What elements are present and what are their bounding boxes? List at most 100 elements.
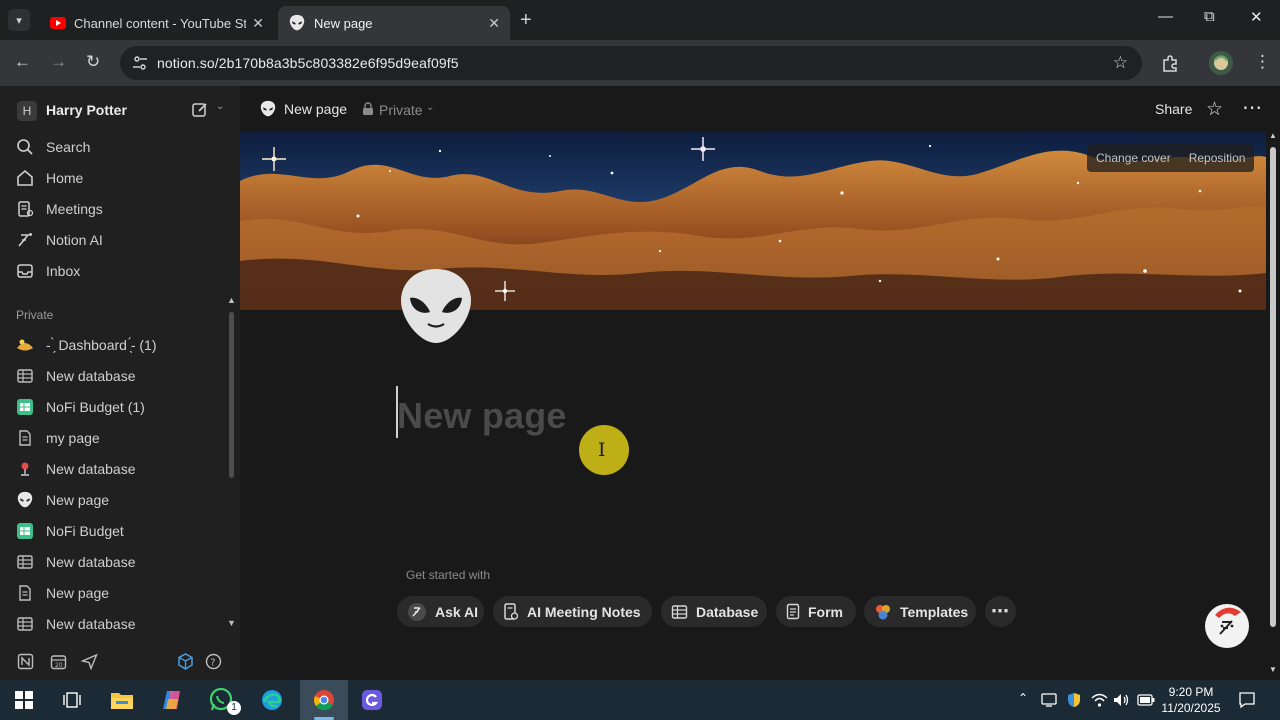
site-settings-icon[interactable] [132,55,148,71]
page-scrollbar-thumb[interactable] [1270,147,1276,627]
chrome-button[interactable] [300,680,348,720]
new-tab-button[interactable]: + [520,9,532,32]
battery-icon[interactable] [1137,694,1155,706]
meeting-notes-icon [504,602,519,620]
new-page-icon[interactable] [191,101,209,119]
page-title-input[interactable]: New page [397,395,567,437]
back-button[interactable]: ← [14,52,31,72]
close-window-button[interactable]: ✕ [1250,8,1263,26]
profile-avatar[interactable] [1209,51,1233,75]
meetings-icon [18,201,34,217]
section-label-private[interactable]: Private [16,308,53,322]
tab-youtube-studio[interactable]: Channel content - YouTube Stu ✕ [40,6,274,40]
sidebar-item-home[interactable]: Home [0,164,232,192]
chevron-down-icon[interactable]: ⌄ [216,101,224,112]
templates-chip[interactable]: Templates [864,596,976,627]
sidebar-page-nofi-budget-1[interactable]: NoFi Budget (1) [0,393,232,421]
send-icon[interactable] [81,653,98,670]
share-button[interactable]: Share [1155,101,1192,117]
scroll-up-arrow[interactable]: ▲ [1269,131,1277,140]
ask-ai-chip[interactable]: Ask AI [397,596,484,627]
notifications-icon[interactable] [1238,691,1256,709]
scroll-down-arrow[interactable]: ▼ [1269,665,1277,674]
whatsapp-button[interactable]: 1 [202,684,242,716]
reload-button[interactable]: ↻ [86,52,100,72]
workspace-avatar[interactable]: H [17,101,37,121]
close-icon[interactable]: ✕ [252,15,264,32]
close-icon[interactable]: ✕ [488,15,500,32]
breadcrumb-page-title[interactable]: New page [284,101,347,117]
privacy-label[interactable]: Private [379,102,423,118]
edge-button[interactable] [252,684,292,716]
security-shield-icon[interactable] [1066,692,1082,708]
sidebar-item-label: Home [46,170,84,186]
notion-ai-icon [18,233,32,247]
start-button[interactable] [4,684,44,716]
search-icon [17,139,33,155]
page-icon-alien[interactable] [398,266,474,346]
minimize-button[interactable]: — [1158,8,1173,25]
form-chip[interactable]: Form [776,596,856,627]
sidebar-page-new-database-3[interactable]: New database [0,548,232,576]
more-options-icon[interactable]: ⋯ [1242,95,1263,120]
tab-search-button[interactable]: ▾ [8,9,30,31]
scroll-down-arrow[interactable]: ▼ [227,618,236,628]
sidebar-page-dashboard[interactable]: - ̗̀ Dashboard ̖́- (1) [0,331,232,359]
profile-icon [1214,55,1228,70]
sidebar-page-my-page[interactable]: my page [0,424,232,452]
calendar-icon[interactable]: 20 [50,653,67,670]
sidebar-page-new-database-4[interactable]: New database [0,610,232,638]
table-icon [17,617,33,631]
ai-meeting-notes-chip[interactable]: AI Meeting Notes [493,596,652,627]
app-g-icon [362,690,382,710]
volume-icon[interactable] [1113,692,1130,708]
sidebar-scrollbar-thumb[interactable] [229,312,234,478]
restore-button[interactable]: ⧉ [1204,8,1215,25]
extensions-icon[interactable] [1160,53,1180,73]
system-tray-icon[interactable] [1041,692,1057,708]
copilot-button[interactable] [152,684,192,716]
task-view-button[interactable] [52,684,92,716]
task-view-icon [63,692,81,708]
marketplace-icon[interactable] [176,652,195,671]
wifi-icon[interactable] [1091,692,1108,708]
notion-ai-icon [408,602,426,621]
chevron-down-icon: ▾ [16,14,22,27]
forward-button[interactable]: → [50,52,67,72]
favorite-star-icon[interactable]: ☆ [1206,98,1223,121]
sidebar-page-new-database[interactable]: New database [0,362,232,390]
home-icon [17,169,33,186]
reposition-button[interactable]: Reposition [1180,151,1255,165]
address-bar[interactable]: notion.so/2b170b8a3b5c803382e6f95d9eaf09… [120,46,1142,80]
sidebar-item-label: - ̗̀ Dashboard ̖́- (1) [46,337,157,353]
browser-menu-icon[interactable]: ⋮ [1254,52,1271,72]
bookmark-star-icon[interactable]: ☆ [1113,53,1128,73]
more-templates-button[interactable]: ⋯ [985,596,1016,627]
chevron-down-icon[interactable]: ⌄ [426,102,434,113]
change-cover-button[interactable]: Change cover [1087,151,1180,165]
sidebar-item-label: New database [46,554,136,570]
sidebar-item-label: New database [46,616,136,632]
workspace-name[interactable]: Harry Potter [46,102,127,118]
youtube-icon [50,17,66,29]
chevron-up-icon[interactable]: ⌃ [1018,691,1028,705]
notion-ai-assistant-button[interactable] [1205,604,1249,648]
app-button[interactable] [352,684,392,716]
system-clock[interactable]: 9:20 PM 11/20/2025 [1156,684,1226,716]
sidebar-item-notion-ai[interactable]: Notion AI [0,226,232,254]
sidebar-item-meetings[interactable]: Meetings [0,195,232,223]
scroll-up-arrow[interactable]: ▲ [227,295,236,305]
notion-logo-icon[interactable] [17,653,34,670]
sidebar-page-new-page[interactable]: New page [0,579,232,607]
sidebar-item-search[interactable]: Search [0,133,232,161]
tab-new-page[interactable]: New page ✕ [278,6,510,40]
file-explorer-button[interactable] [102,684,142,716]
sidebar-item-inbox[interactable]: Inbox [0,257,232,285]
database-chip[interactable]: Database [661,596,767,627]
sidebar-page-new-page-alien[interactable]: New page [0,486,232,514]
help-icon[interactable]: ? [205,653,222,670]
sidebar-page-nofi-budget[interactable]: NoFi Budget [0,517,232,545]
chip-label: Templates [900,603,969,620]
page-scrollbar[interactable]: ▲ ▼ [1266,131,1280,680]
sidebar-page-new-database-2[interactable]: New database [0,455,232,483]
